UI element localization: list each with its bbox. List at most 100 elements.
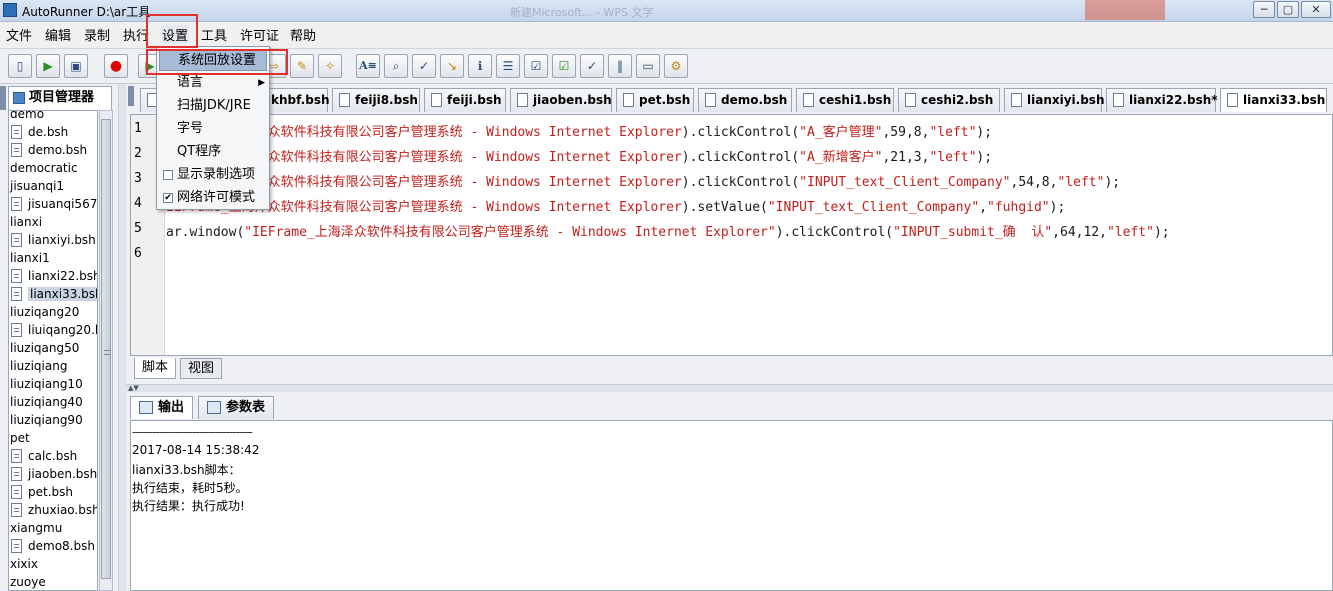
editor-tab[interactable]: lianxi33.bsh bbox=[1220, 88, 1327, 112]
tree-folder-item[interactable]: democratic bbox=[10, 159, 78, 177]
title-bar: AutoRunner D:\ar工具 新建Microsoft... - WPS … bbox=[0, 0, 1333, 22]
tree-folder-item[interactable]: liuziqiang10 bbox=[10, 375, 83, 393]
tree-file-item[interactable]: lianxi22.bsh bbox=[11, 267, 97, 285]
tree-file-item[interactable]: jiaoben.bsh bbox=[11, 465, 97, 483]
menu-item-language[interactable]: 语言 ▶ bbox=[157, 72, 269, 94]
arrow-in-icon[interactable]: ↘ bbox=[440, 54, 464, 78]
tab-output[interactable]: 输出 bbox=[130, 396, 194, 419]
code-line[interactable]: IEFrame_上海泽众软件科技有限公司客户管理系统 - Windows Int… bbox=[166, 171, 1120, 190]
tree-folder-item[interactable]: demo bbox=[10, 111, 44, 123]
check-list-icon[interactable]: ☑ bbox=[524, 54, 548, 78]
script-file-icon bbox=[517, 93, 528, 107]
menu-edit[interactable]: 编辑 bbox=[45, 25, 71, 44]
menu-item-qt-program[interactable]: QT程序 bbox=[157, 141, 269, 163]
checked-checkbox-icon[interactable]: ✔ bbox=[163, 193, 173, 203]
code-line[interactable]: IEFrame_上海泽众软件科技有限公司客户管理系统 - Windows Int… bbox=[166, 146, 992, 165]
editor-tab[interactable]: jiaoben.bsh bbox=[510, 88, 612, 112]
menu-record[interactable]: 录制 bbox=[84, 25, 110, 44]
save-icon[interactable]: ▣ bbox=[64, 54, 88, 78]
tree-folder-item[interactable]: lianxi1 bbox=[10, 249, 50, 267]
info-icon[interactable]: ℹ bbox=[468, 54, 492, 78]
divider-arrows-icon[interactable]: ▲▼ bbox=[128, 385, 139, 392]
check-box-icon[interactable]: ☑ bbox=[552, 54, 576, 78]
tab-view[interactable]: 视图 bbox=[180, 358, 223, 379]
columns-icon[interactable]: ‖ bbox=[608, 54, 632, 78]
code-editor[interactable]: 1 IEFrame_上海泽众软件科技有限公司客户管理系统 - Windows In… bbox=[130, 114, 1333, 356]
comment-icon[interactable]: ▭ bbox=[636, 54, 660, 78]
editor-tab[interactable]: ceshi1.bsh bbox=[796, 88, 894, 112]
record-icon[interactable]: ● bbox=[104, 54, 128, 78]
tree-file-item[interactable]: liuiqang20.b bbox=[11, 321, 97, 339]
find-icon[interactable]: ⌕ bbox=[384, 54, 408, 78]
project-manager-tab[interactable]: 项目管理器 bbox=[8, 86, 112, 110]
list-icon[interactable]: ☰ bbox=[496, 54, 520, 78]
tree-file-item[interactable]: de.bsh bbox=[11, 123, 68, 141]
tree-file-item[interactable]: lianxiyi.bsh bbox=[11, 231, 96, 249]
tree-folder-item[interactable]: liuziqiang90 bbox=[10, 411, 83, 429]
tree-item-label: jiaoben.bsh bbox=[28, 467, 98, 481]
tree-item-label: zhuxiao.bsh bbox=[28, 503, 98, 517]
tree-file-item[interactable]: jisuanqi567. bbox=[11, 195, 97, 213]
menu-item-font-size[interactable]: 字号 bbox=[157, 118, 269, 140]
magic-wand-icon[interactable]: ✧ bbox=[318, 54, 342, 78]
tree-folder-item[interactable]: lianxi bbox=[10, 213, 42, 231]
tree-folder-item[interactable]: jisuanqi1 bbox=[10, 177, 64, 195]
tree-folder-item[interactable]: liuziqang50 bbox=[10, 339, 79, 357]
code-line[interactable]: IEFrame_上海泽众软件科技有限公司客户管理系统 - Windows Int… bbox=[166, 121, 992, 140]
settings-icon[interactable]: ⚙ bbox=[664, 54, 688, 78]
tree-folder-item[interactable]: zuoye bbox=[10, 573, 46, 590]
panel-collapse-handle[interactable] bbox=[0, 86, 6, 110]
maximize-button[interactable]: ▢ bbox=[1277, 1, 1299, 18]
tree-folder-item[interactable]: liuziqiang40 bbox=[10, 393, 83, 411]
menu-tools[interactable]: 工具 bbox=[201, 25, 227, 44]
script-file-icon bbox=[431, 93, 442, 107]
menu-help[interactable]: 帮助 bbox=[290, 25, 316, 44]
editor-tab[interactable]: ceshi2.bsh bbox=[898, 88, 1000, 112]
menu-item-network-license[interactable]: ✔ 网络许可模式 bbox=[157, 187, 269, 209]
tabs-collapse-handle[interactable] bbox=[128, 86, 134, 106]
panel-splitter[interactable] bbox=[118, 84, 126, 591]
annotation-frame-menu-item bbox=[146, 49, 288, 75]
scrollbar-thumb[interactable] bbox=[101, 119, 111, 579]
tree-file-item[interactable]: lianxi33.bsh bbox=[11, 285, 97, 303]
editor-tab[interactable]: feiji.bsh bbox=[424, 88, 506, 112]
menu-item-show-record-options[interactable]: 显示录制选项 bbox=[157, 164, 269, 186]
open-file-icon[interactable]: ▶ bbox=[36, 54, 60, 78]
new-file-icon[interactable]: ▯ bbox=[8, 54, 32, 78]
tree-folder-item[interactable]: liuziqang20 bbox=[10, 303, 79, 321]
code-line[interactable]: IEFrame_上海泽众软件科技有限公司客户管理系统 - Windows Int… bbox=[166, 196, 1065, 215]
pane-divider[interactable]: ▲▼ bbox=[126, 384, 1333, 392]
editor-tab-label: lianxi33.bsh bbox=[1243, 93, 1326, 107]
tree-file-item[interactable]: calc.bsh bbox=[11, 447, 77, 465]
tree-folder-item[interactable]: pet bbox=[10, 429, 30, 447]
tree-folder-item[interactable]: xixix bbox=[10, 555, 38, 573]
tree-folder-item[interactable]: liuziqiang bbox=[10, 357, 67, 375]
minimize-button[interactable]: ─ bbox=[1253, 1, 1275, 18]
tree-file-item[interactable]: demo8.bsh bbox=[11, 537, 95, 555]
editor-tab[interactable]: demo.bsh bbox=[698, 88, 792, 112]
tab-parameters[interactable]: 参数表 bbox=[198, 396, 275, 419]
tree-file-item[interactable]: demo.bsh bbox=[11, 141, 87, 159]
unchecked-checkbox-icon[interactable] bbox=[163, 170, 173, 180]
text-icon[interactable]: A≡ bbox=[356, 54, 380, 78]
menu-file[interactable]: 文件 bbox=[6, 25, 32, 44]
code-line[interactable]: ar.window("IEFrame_上海泽众软件科技有限公司客户管理系统 - … bbox=[166, 221, 1170, 240]
background-window-title: 新建Microsoft... - WPS 文字 bbox=[510, 6, 654, 19]
menu-license[interactable]: 许可证 bbox=[240, 25, 279, 44]
editor-tab[interactable]: lianxi22.bsh* bbox=[1106, 88, 1218, 112]
check-arrow-icon[interactable]: ✓ bbox=[580, 54, 604, 78]
check-icon[interactable]: ✓ bbox=[412, 54, 436, 78]
tree-file-item[interactable]: pet.bsh bbox=[11, 483, 73, 501]
pen-icon[interactable]: ✎ bbox=[290, 54, 314, 78]
editor-tab[interactable]: feiji8.bsh bbox=[332, 88, 420, 112]
tree-folder-item[interactable]: xiangmu bbox=[10, 519, 62, 537]
tree-item-label: lianxi1 bbox=[10, 251, 50, 265]
tree-scrollbar[interactable] bbox=[99, 110, 113, 591]
script-file-icon bbox=[1011, 93, 1022, 107]
close-button[interactable]: ✕ bbox=[1301, 1, 1331, 18]
editor-tab[interactable]: pet.bsh bbox=[616, 88, 694, 112]
menu-item-scan-jdk[interactable]: 扫描JDK/JRE bbox=[157, 95, 269, 117]
tab-script[interactable]: 脚本 bbox=[134, 358, 177, 379]
tree-file-item[interactable]: zhuxiao.bsh bbox=[11, 501, 98, 519]
editor-tab[interactable]: lianxiyi.bsh bbox=[1004, 88, 1105, 112]
